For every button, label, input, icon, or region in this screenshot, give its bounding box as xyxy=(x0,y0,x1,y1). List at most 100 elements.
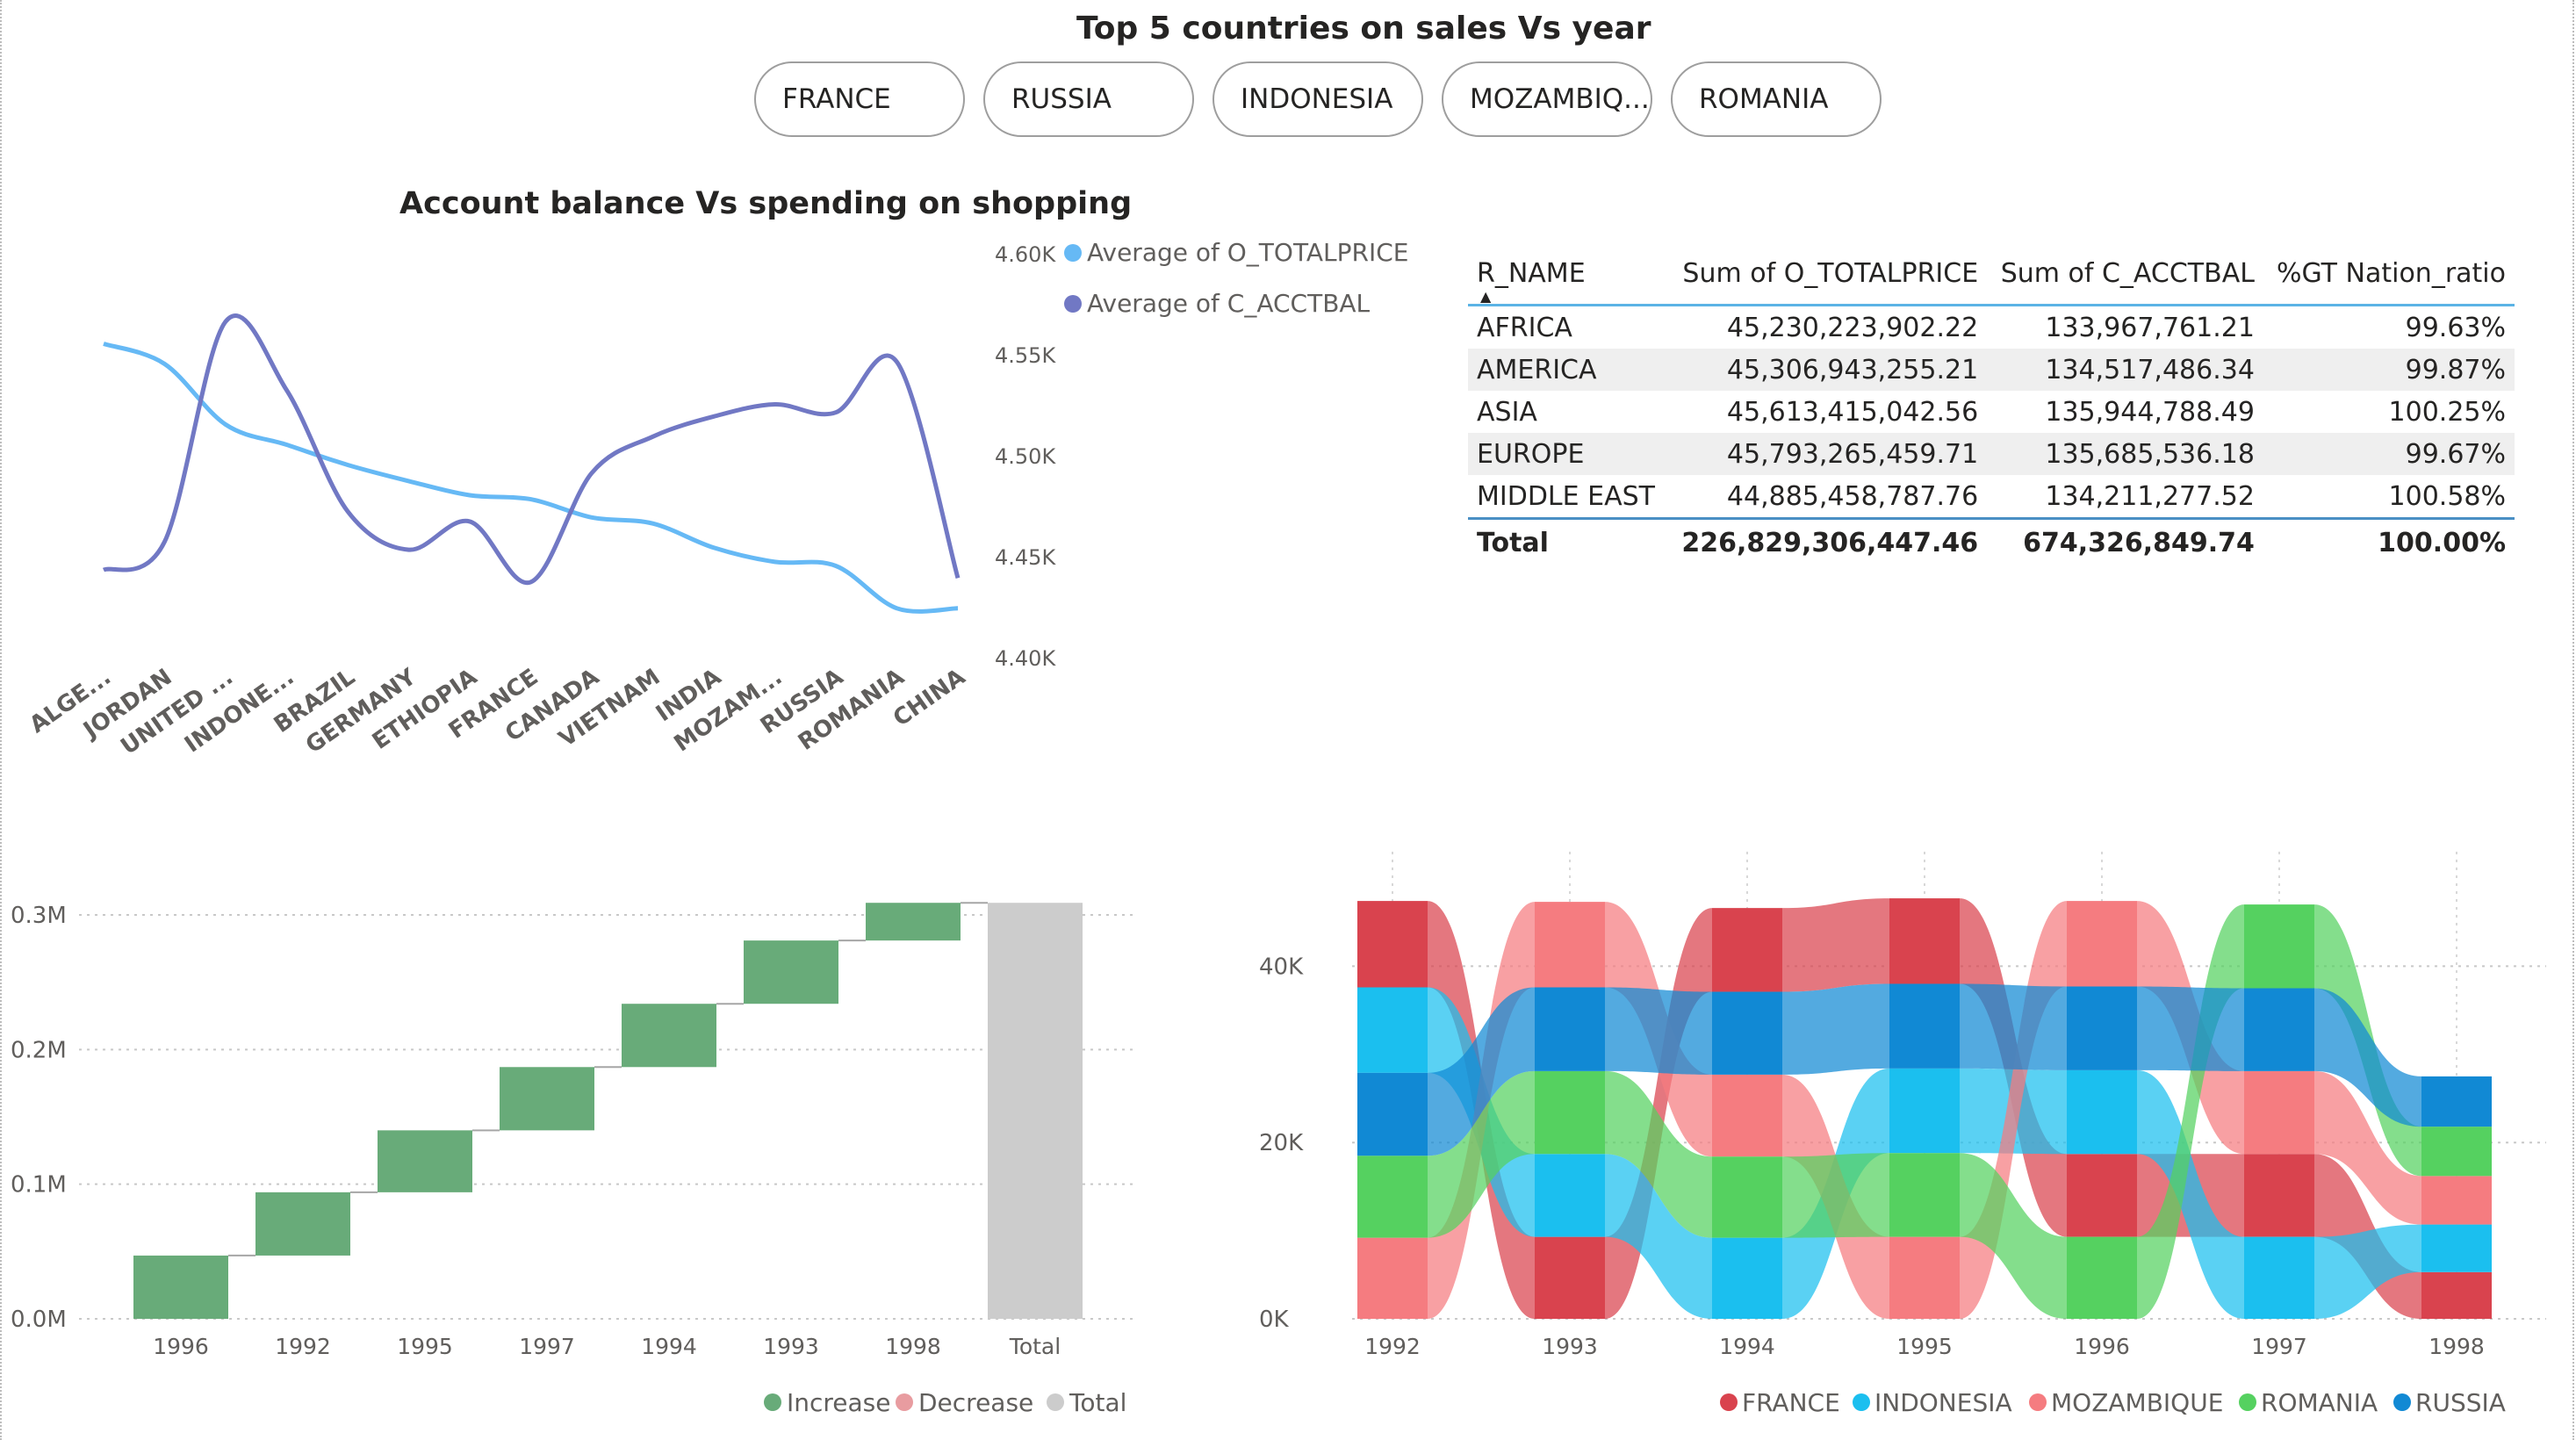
ribbon-segment xyxy=(2421,1224,2492,1272)
waterfall-chart[interactable]: 0.3M 0.2M 0.1M 0.0M 1996 1992 1995 1997 1994 1993… xyxy=(0,843,1168,1431)
column-header-totalprice[interactable]: Sum of O_TOTALPRICE xyxy=(1666,242,1988,306)
table-header-row: R_NAME ▲ Sum of O_TOTALPRICE Sum of C_ACC… xyxy=(1468,242,2515,306)
total-ratio: 100.00% xyxy=(2263,517,2515,565)
sort-ascending-icon: ▲ xyxy=(1480,288,1492,305)
ribbon-segment xyxy=(1712,1237,1782,1319)
ribbon-segment xyxy=(1535,1236,1605,1319)
column-header-r-name[interactable]: R_NAME ▲ xyxy=(1468,242,1667,306)
slicer-button-romania[interactable]: ROMANIA xyxy=(1671,61,1882,137)
table-total-row: Total 226,829,306,447.46 674,326,849.74 … xyxy=(1468,517,2515,565)
legend-marker-icon xyxy=(896,1393,913,1411)
ribbon-segment xyxy=(1357,987,1428,1073)
line-chart-title: Account balance Vs spending on shopping xyxy=(399,186,1133,221)
ribbon-segment xyxy=(2067,986,2137,1070)
legend-marker-icon xyxy=(1047,1393,1064,1411)
slicer-button-indonesia[interactable]: INDONESIA xyxy=(1212,61,1423,137)
x-axis-label: 1997 xyxy=(2251,1334,2307,1359)
cell-acctbal: 134,517,486.34 xyxy=(1987,349,2263,391)
slicer-button-france[interactable]: FRANCE xyxy=(754,61,965,137)
cell-totalprice: 45,613,415,042.56 xyxy=(1726,396,1979,428)
cell-region: AFRICA xyxy=(1477,312,1572,343)
ribbon-band xyxy=(1782,1153,1889,1238)
table-row[interactable]: MIDDLE EAST 44,885,458,787.76 134,211,27… xyxy=(1468,475,2515,520)
legend-label: ROMANIA xyxy=(2261,1388,2378,1417)
x-axis-label: 1993 xyxy=(1542,1334,1598,1359)
column-header-nation-ratio[interactable]: %GT Nation_ratio xyxy=(2263,242,2515,306)
y-tick-label: 4.50K xyxy=(995,444,1056,469)
y-tick-label: 0.0M xyxy=(11,1307,67,1333)
canvas-right-border xyxy=(2572,0,2576,1440)
region-table[interactable]: R_NAME ▲ Sum of O_TOTALPRICE Sum of C_ACC… xyxy=(1468,242,2515,565)
ribbon-band xyxy=(1605,987,1712,1075)
legend-label: Increase xyxy=(787,1388,891,1417)
x-axis-label: 1998 xyxy=(2428,1334,2485,1359)
ribbon-segment xyxy=(1889,1236,1960,1319)
legend-marker-icon xyxy=(1720,1393,1738,1411)
slicer-button-mozambique[interactable]: MOZAMBIQ... xyxy=(1442,61,1652,137)
total-label: Total xyxy=(1468,517,1667,565)
cell-ratio: 100.25% xyxy=(2388,396,2506,428)
ribbon-segment xyxy=(1357,901,1428,988)
waterfall-bar xyxy=(133,1255,228,1319)
cell-region: ASIA xyxy=(1477,396,1537,428)
table-row[interactable]: AMERICA 45,306,943,255.21 134,517,486.34… xyxy=(1468,349,2515,391)
ribbon-segment xyxy=(1712,991,1782,1075)
y-tick-label: 0K xyxy=(1259,1307,1290,1333)
table-row[interactable]: AFRICA 45,230,223,902.22 133,967,761.21 … xyxy=(1468,306,2515,349)
ribbon-band xyxy=(1782,983,1889,1075)
line-chart[interactable]: 4.60K4.55K4.50K4.45K4.40KALGE...JORDANUN… xyxy=(0,228,1440,773)
series-line xyxy=(102,313,961,586)
cell-ratio: 99.87% xyxy=(2263,349,2515,391)
legend-label: Average of C_ACCTBAL xyxy=(1087,289,1371,318)
y-tick-label: 0.2M xyxy=(11,1037,67,1063)
y-tick-label: 40K xyxy=(1259,954,1304,980)
ribbon-segment xyxy=(1889,898,1960,984)
ribbon-segment xyxy=(1889,1153,1960,1237)
ribbon-segment xyxy=(1357,1072,1428,1156)
ribbon-segment xyxy=(2067,1154,2137,1237)
cell-totalprice: 44,885,458,787.76 xyxy=(1666,475,1988,520)
cell-totalprice: 45,230,223,902.22 xyxy=(1726,312,1979,343)
x-axis-label: 1996 xyxy=(2074,1334,2130,1359)
waterfall-bar xyxy=(255,1192,350,1256)
total-acctbal: 674,326,849.74 xyxy=(1987,517,2263,565)
cell-region: EUROPE xyxy=(1468,433,1667,475)
legend-label: INDONESIA xyxy=(1874,1388,2012,1417)
slicer-title: Top 5 countries on sales Vs year xyxy=(1076,11,1651,47)
ribbon-segment xyxy=(2421,1127,2492,1177)
ribbon-segment xyxy=(1889,1068,1960,1154)
ribbon-segment xyxy=(1535,902,1605,988)
y-tick-label: 0.1M xyxy=(11,1172,67,1199)
legend-marker-icon xyxy=(764,1393,781,1411)
ribbon-band xyxy=(1782,898,1889,992)
slicer-button-russia[interactable]: RUSSIA xyxy=(983,61,1194,137)
ribbon-segment xyxy=(1357,1156,1428,1238)
ribbon-chart[interactable]: 40K 20K 0K 1992 1993 1994 1995 1996 1997 1998 FRAN… xyxy=(1229,825,2572,1431)
waterfall-bar xyxy=(744,940,838,1004)
ribbon-segment xyxy=(2244,904,2314,989)
waterfall-bar xyxy=(500,1067,594,1131)
legend-label: Average of O_TOTALPRICE xyxy=(1087,238,1408,267)
ribbon-band xyxy=(1960,983,2067,1070)
ribbon-segment xyxy=(2067,1069,2137,1155)
ribbon-segment xyxy=(2244,1070,2314,1155)
x-axis-label: 1994 xyxy=(641,1334,697,1359)
table-row[interactable]: ASIA 45,613,415,042.56 135,944,788.49 10… xyxy=(1468,391,2515,433)
x-axis-label: 1996 xyxy=(153,1334,209,1359)
cell-totalprice: 45,306,943,255.21 xyxy=(1666,349,1988,391)
cell-acctbal: 135,944,788.49 xyxy=(2045,396,2255,428)
y-tick-label: 20K xyxy=(1259,1130,1304,1156)
waterfall-bar xyxy=(378,1130,472,1192)
column-header-acctbal[interactable]: Sum of C_ACCTBAL xyxy=(1987,242,2263,306)
legend-label: RUSSIA xyxy=(2415,1388,2506,1417)
ribbon-segment xyxy=(1889,983,1960,1069)
table-row[interactable]: EUROPE 45,793,265,459.71 135,685,536.18 … xyxy=(1468,433,2515,475)
waterfall-total-bar xyxy=(988,903,1083,1319)
ribbon-segment xyxy=(1357,1237,1428,1319)
y-tick-label: 4.55K xyxy=(995,343,1056,368)
x-axis-label: 1995 xyxy=(1896,1334,1953,1359)
ribbon-segment xyxy=(2067,1236,2137,1319)
x-axis-label: 1992 xyxy=(275,1334,331,1359)
legend-marker-icon xyxy=(1064,295,1082,313)
legend-marker-icon xyxy=(1064,244,1082,262)
